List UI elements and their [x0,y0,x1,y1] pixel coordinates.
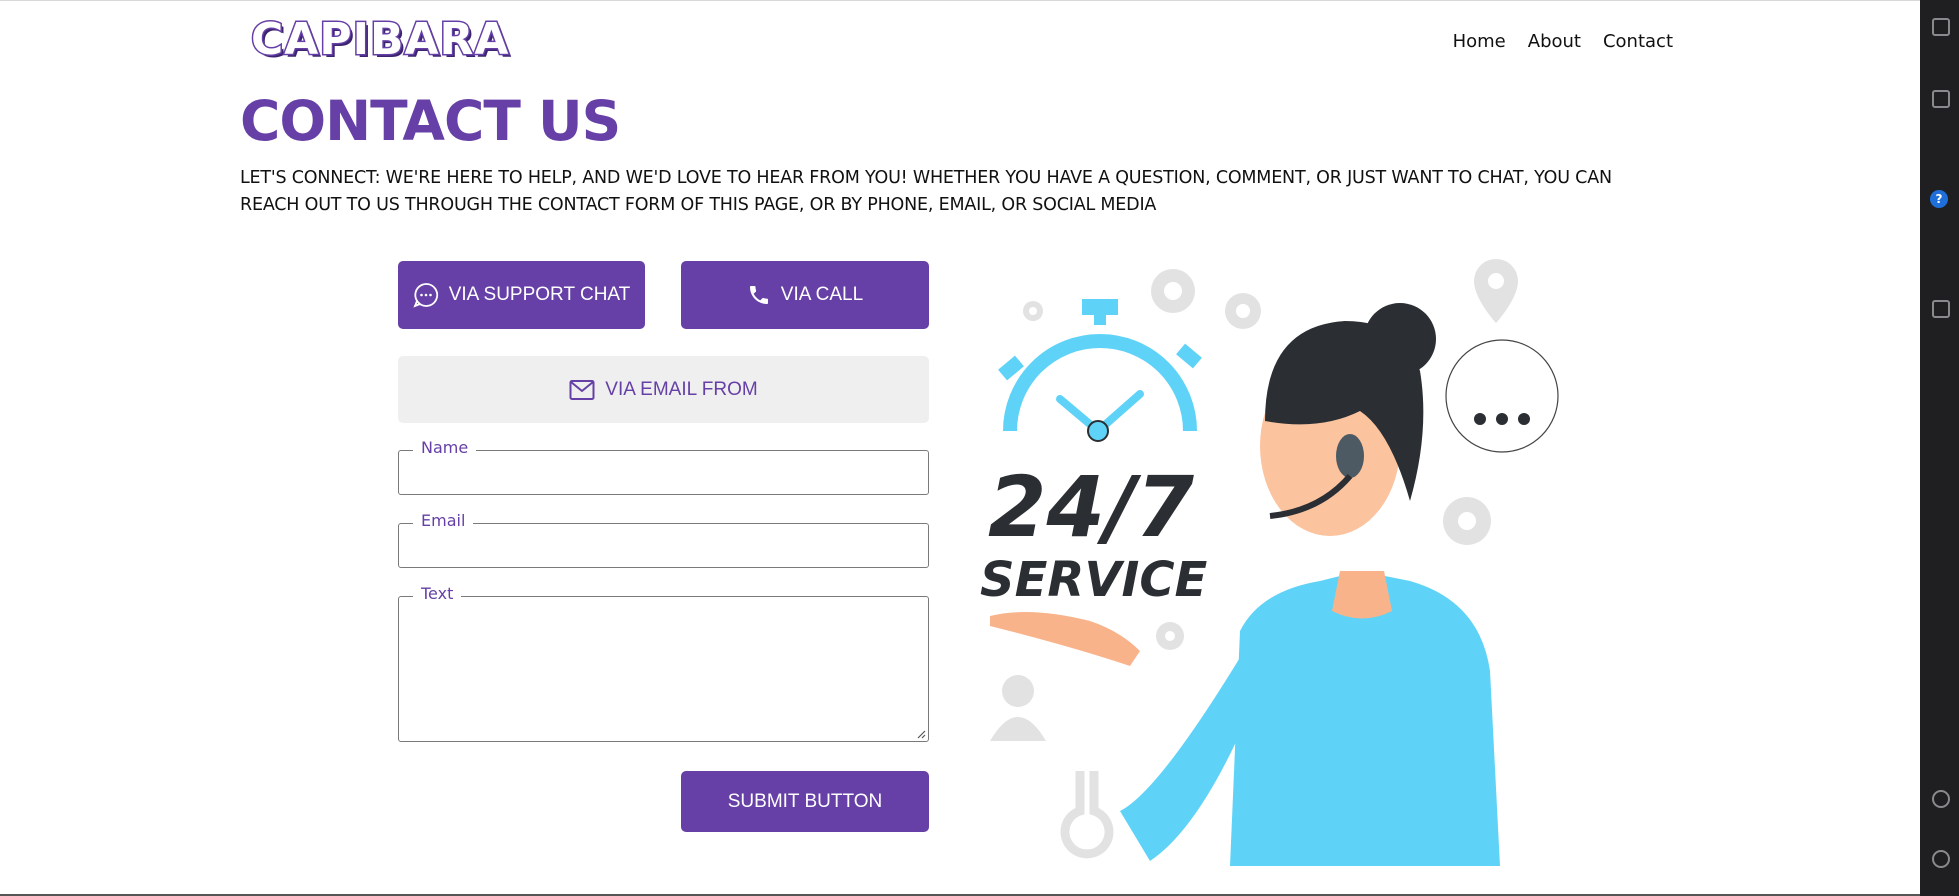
svg-text:CAPIBARA: CAPIBARA [251,15,510,63]
phone-icon [749,286,768,304]
account-icon[interactable] [1932,790,1950,808]
chat-bubble-icon [413,283,438,308]
key-icon [1060,771,1114,859]
text-legend: Text [413,584,462,603]
envelope-icon [569,379,595,400]
location-pin-icon [1474,259,1518,323]
user-silhouette-icon [990,675,1046,741]
illustration-service-text: SERVICE [980,552,1208,608]
nav-home-link[interactable]: Home [1453,31,1506,52]
name-input[interactable] [405,457,922,488]
main-nav: Home About Contact [1453,31,1673,52]
capibara-logo-icon: CAPIBARA CAPIBARA [250,13,512,69]
help-icon[interactable]: ? [1930,190,1948,208]
copy-icon[interactable] [1932,18,1950,36]
stopwatch-icon [998,299,1202,442]
contact-page: CAPIBARA CAPIBARA Home About Contact CON… [0,0,1920,896]
speech-bubble-icon [1445,339,1559,453]
support-chat-button[interactable]: VIA SUPPORT CHAT [398,261,645,329]
illustration-24-7-text: 24/7 [988,458,1195,556]
nav-about-link[interactable]: About [1528,31,1581,52]
settings-gear-icon[interactable] [1932,850,1950,868]
name-legend: Name [413,438,477,457]
page-title: CONTACT US [240,89,621,153]
branch-icon[interactable] [1932,90,1950,108]
nav-contact-link[interactable]: Contact [1603,31,1673,52]
customer-support-illustration: 24/7 SERVICE [980,259,1559,866]
resize-grip-icon[interactable] [916,729,926,739]
brand-logo[interactable]: CAPIBARA CAPIBARA [250,13,512,69]
text-fieldset: Text [398,584,929,742]
email-legend: Email [413,511,474,530]
intro-paragraph: LET'S CONNECT: WE'RE HERE TO HELP, AND W… [240,168,1612,215]
submit-button[interactable]: SUBMIT BUTTON [681,771,929,832]
email-input[interactable] [405,530,922,561]
extensions-icon[interactable] [1932,300,1950,318]
message-textarea[interactable] [405,603,922,735]
call-label: VIA CALL [780,284,864,305]
email-form-label: VIA EMAIL FROM [605,378,758,400]
name-fieldset: Name [398,438,929,495]
editor-side-strip: ? [1920,0,1959,896]
call-button[interactable]: VIA CALL [681,261,929,329]
email-fieldset: Email [398,511,929,568]
support-chat-label: VIA SUPPORT CHAT [448,284,631,305]
email-form-button[interactable]: VIA EMAIL FROM [398,356,929,423]
